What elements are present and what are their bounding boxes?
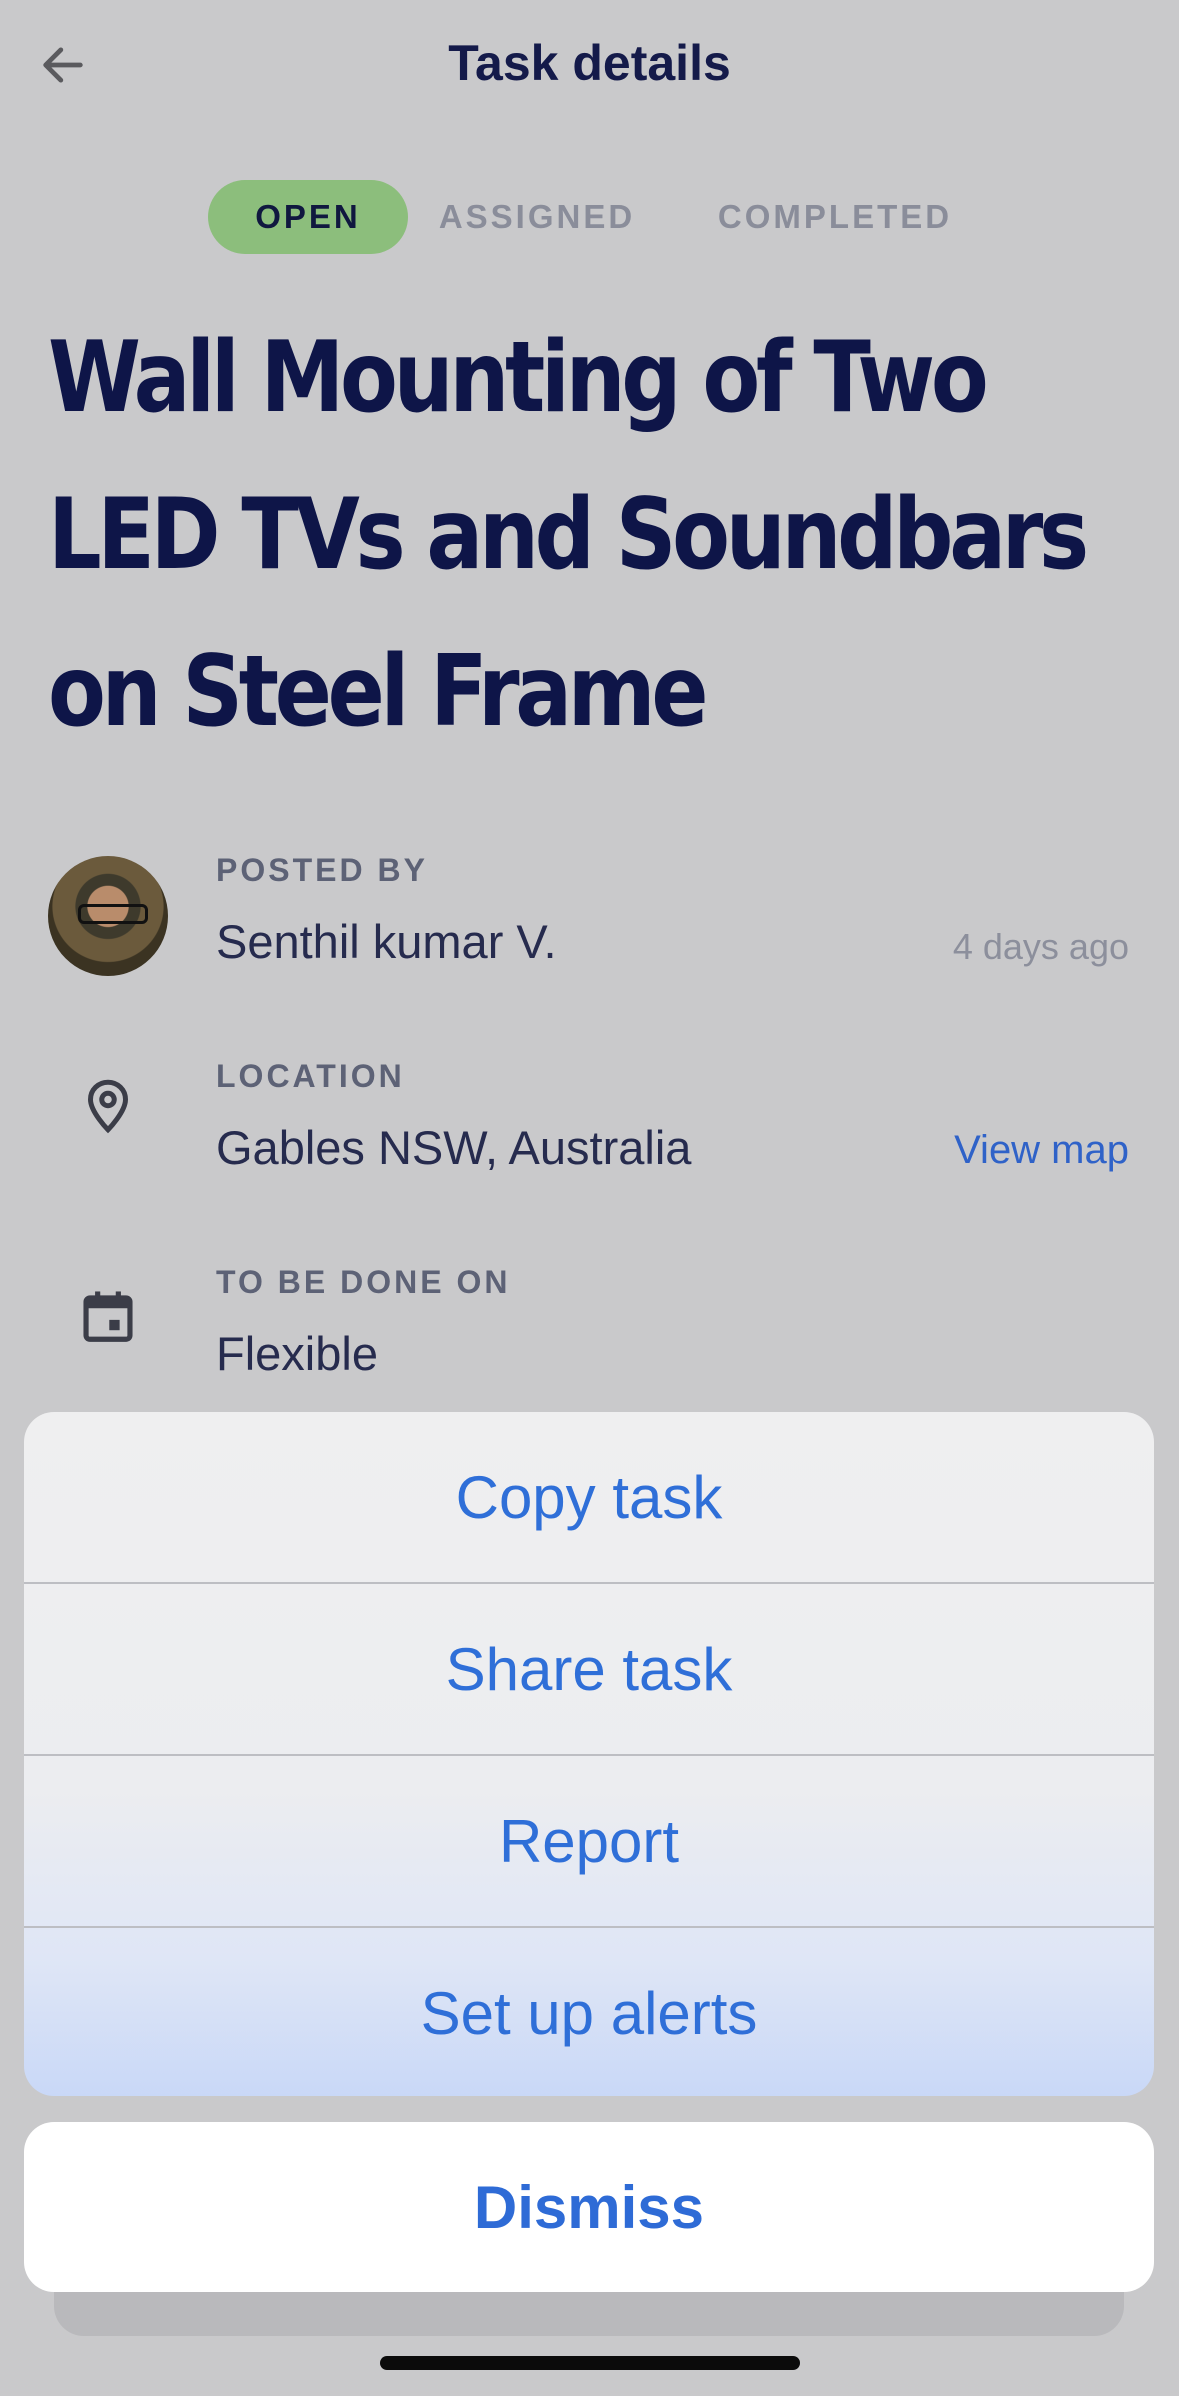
share-task-button[interactable]: Share task [24,1584,1154,1754]
posted-time: 4 days ago [952,926,1129,967]
schedule-value: Flexible [216,1327,378,1380]
status-tabs: OPEN ASSIGNED COMPLETED [0,180,1179,254]
location-label: LOCATION [216,1058,405,1094]
task-title: Wall Mounting of Two LED TVs and Soundba… [48,321,1089,749]
tab-completed[interactable]: COMPLETED [712,180,958,254]
app-header: Task details [0,0,1179,130]
location-value: Gables NSW, Australia [216,1121,692,1174]
posted-by-label: POSTED BY [216,852,428,888]
tab-open[interactable]: OPEN [208,180,408,254]
page-title: Task details [448,35,731,91]
set-up-alerts-button[interactable]: Set up alerts [24,1928,1154,2096]
schedule-label: TO BE DONE ON [216,1264,511,1300]
view-map-link[interactable]: View map [954,1128,1129,1173]
avatar[interactable] [48,856,168,976]
poster-name[interactable]: Senthil kumar V. [216,914,557,969]
calendar-icon [70,1278,146,1354]
action-sheet: Copy task Share task Report Set up alert… [24,1412,1154,2096]
location-pin-icon [70,1068,146,1144]
dismiss-button[interactable]: Dismiss [24,2122,1154,2292]
home-indicator [380,2356,800,2370]
tab-assigned[interactable]: ASSIGNED [432,180,642,254]
report-button[interactable]: Report [24,1756,1154,1926]
copy-task-button[interactable]: Copy task [24,1412,1154,1582]
